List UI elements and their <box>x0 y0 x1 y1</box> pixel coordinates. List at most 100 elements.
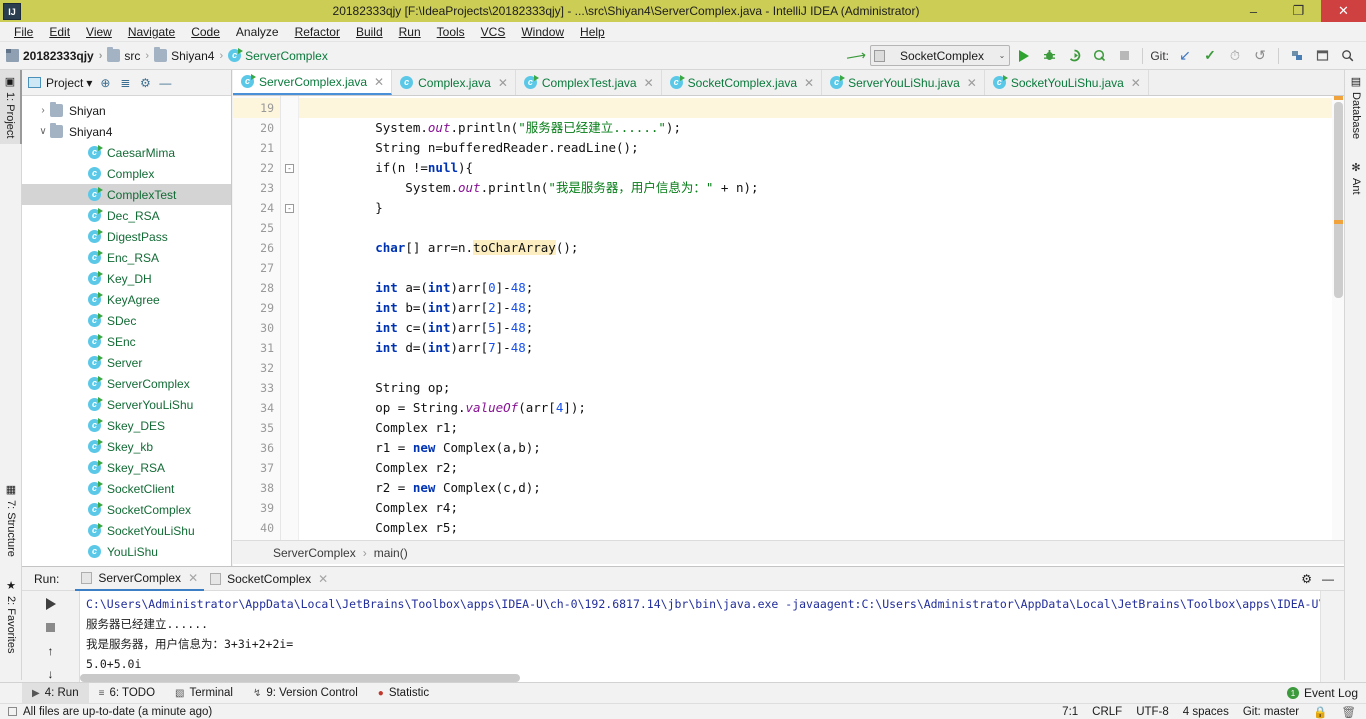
tree-item-skey_des[interactable]: c Skey_DES <box>22 415 231 436</box>
sidebar-item-project[interactable]: ▣ 1: Project <box>0 70 22 144</box>
hide-icon[interactable]: — <box>155 73 175 93</box>
close-icon[interactable]: ✕ <box>188 571 198 585</box>
commit-icon[interactable]: ✓ <box>1199 45 1221 67</box>
search-everywhere-icon[interactable] <box>1336 45 1358 67</box>
code-text[interactable]: System.out.println("服务器已经建立......"); Str… <box>299 96 1344 540</box>
console-output[interactable]: C:\Users\Administrator\AppData\Local\Jet… <box>80 591 1320 683</box>
menu-tools[interactable]: Tools <box>429 23 473 41</box>
breadcrumb-item-src[interactable]: src › <box>107 47 154 63</box>
layout-icon[interactable] <box>1311 45 1333 67</box>
tree-item-shiyan4[interactable]: ∨ Shiyan4 <box>22 121 231 142</box>
minimize-button[interactable]: – <box>1231 0 1276 22</box>
menu-file[interactable]: File <box>6 23 41 41</box>
breadcrumb-method[interactable]: main() <box>374 546 408 560</box>
fold-slot[interactable] <box>281 378 298 398</box>
code-editor[interactable]: 19 20 21 22 23 24 25 26 27 28 29 30 31 32 33 34 35 36 37 38… <box>233 96 1344 540</box>
fold-slot[interactable]: - <box>281 158 298 178</box>
bottom-tab-version-control[interactable]: ↯ 9: Version Control <box>243 683 368 704</box>
fold-collapse-icon[interactable]: - <box>285 203 294 213</box>
run-configuration-selector[interactable]: SocketComplex ⌄ <box>870 45 1011 66</box>
settings-icon[interactable]: ⚙ <box>1301 572 1312 586</box>
close-icon[interactable]: ✕ <box>498 76 508 90</box>
file-encoding[interactable]: UTF-8 <box>1136 706 1169 718</box>
fold-slot[interactable] <box>281 238 298 258</box>
collapse-all-icon[interactable]: ≣ <box>115 73 135 93</box>
bottom-tab-todo[interactable]: ≡ 6: TODO <box>89 683 165 704</box>
editor-scroll-thumb[interactable] <box>1334 102 1343 298</box>
fold-slot[interactable] <box>281 498 298 518</box>
git-branch[interactable]: Git: master <box>1243 706 1299 718</box>
fold-slot[interactable] <box>281 218 298 238</box>
fold-slot[interactable] <box>281 298 298 318</box>
code-line[interactable]: int d=(int)arr[7]-48; <box>299 338 1344 358</box>
close-icon[interactable]: ✕ <box>804 76 814 90</box>
tree-item-sdec[interactable]: c SDec <box>22 310 231 331</box>
tree-item-skey_kb[interactable]: c Skey_kb <box>22 436 231 457</box>
tree-twisty-icon[interactable]: ∨ <box>36 126 50 137</box>
code-line[interactable]: Complex r5; <box>299 518 1344 538</box>
editor-tab-complextest[interactable]: c ComplexTest.java ✕ <box>516 70 662 95</box>
breadcrumb-item-project[interactable]: 20182333qjy › <box>6 49 107 63</box>
sidebar-item-ant[interactable]: ✻ Ant <box>1345 156 1366 202</box>
editor-scrollbar[interactable] <box>1332 96 1344 540</box>
tree-item-servercomplex[interactable]: c ServerComplex <box>22 373 231 394</box>
menu-navigate[interactable]: Navigate <box>120 23 183 41</box>
update-project-icon[interactable]: ↙ <box>1174 45 1196 67</box>
close-icon[interactable]: ✕ <box>967 76 977 90</box>
code-line[interactable]: int b=(int)arr[2]-48; <box>299 298 1344 318</box>
caret-position[interactable]: 7:1 <box>1062 706 1078 718</box>
fold-slot[interactable] <box>281 358 298 378</box>
tree-item-enc_rsa[interactable]: c Enc_RSA <box>22 247 231 268</box>
tree-twisty-icon[interactable]: › <box>36 105 50 116</box>
code-line[interactable]: Complex r1; <box>299 418 1344 438</box>
tree-item-youlishu[interactable]: c YouLiShu <box>22 541 231 562</box>
code-line[interactable]: if(n !=null){ <box>299 158 1344 178</box>
breadcrumb-item-servercomplex[interactable]: c ServerComplex <box>228 48 328 63</box>
fold-slot[interactable] <box>281 418 298 438</box>
line-separator[interactable]: CRLF <box>1092 706 1122 718</box>
close-icon[interactable]: ✕ <box>1131 76 1141 90</box>
bottom-tab-statistic[interactable]: ● Statistic <box>368 683 439 704</box>
fold-slot[interactable] <box>281 398 298 418</box>
code-line[interactable]: Complex r4; <box>299 498 1344 518</box>
code-line[interactable]: Complex r2; <box>299 458 1344 478</box>
code-line[interactable]: op = String.valueOf(arr[4]); <box>299 398 1344 418</box>
code-line[interactable]: System.out.println("我是服务器，用户信息为：" + n); <box>299 178 1344 198</box>
menu-window[interactable]: Window <box>513 23 572 41</box>
editor-tab-socketyoulishu[interactable]: c SocketYouLiShu.java ✕ <box>985 70 1149 95</box>
sidebar-item-favorites[interactable]: ★ 2: Favorites <box>0 574 22 672</box>
close-icon[interactable]: ✕ <box>644 76 654 90</box>
editor-tab-servercomplex[interactable]: c ServerComplex.java ✕ <box>233 70 393 95</box>
up-icon[interactable]: ↑ <box>42 642 60 660</box>
fold-collapse-icon[interactable]: - <box>285 163 294 173</box>
sidebar-item-database[interactable]: ▤ Database <box>1345 70 1366 150</box>
tree-item-socketcomplex[interactable]: c SocketComplex <box>22 499 231 520</box>
tree-item-skey_rsa[interactable]: c Skey_RSA <box>22 457 231 478</box>
code-line[interactable]: int c=(int)arr[5]-48; <box>299 318 1344 338</box>
menu-code[interactable]: Code <box>183 23 228 41</box>
settings-sync-icon[interactable] <box>1286 45 1308 67</box>
hide-icon[interactable]: — <box>1322 572 1334 586</box>
tree-item-socketyoulishu[interactable]: c SocketYouLiShu <box>22 520 231 541</box>
settings-icon[interactable]: ⚙ <box>135 73 155 93</box>
close-icon[interactable]: ✕ <box>318 572 328 586</box>
fold-slot[interactable] <box>281 278 298 298</box>
fold-slot[interactable] <box>281 338 298 358</box>
editor-marker-warning[interactable] <box>1334 220 1343 224</box>
fold-slot[interactable] <box>281 118 298 138</box>
code-line[interactable]: System.out.println("服务器已经建立......"); <box>299 118 1344 138</box>
tree-item-dec_rsa[interactable]: c Dec_RSA <box>22 205 231 226</box>
fold-slot[interactable] <box>281 438 298 458</box>
locate-icon[interactable]: ⊕ <box>95 73 115 93</box>
editor-tab-socketcomplex[interactable]: c SocketComplex.java ✕ <box>662 70 823 95</box>
tree-item-shiyan[interactable]: › Shiyan <box>22 100 231 121</box>
trash-icon[interactable]: 🗑 <box>1341 705 1356 719</box>
code-line[interactable] <box>299 218 1344 238</box>
code-line[interactable]: String op; <box>299 378 1344 398</box>
code-line[interactable]: String n=bufferedReader.readLine(); <box>299 138 1344 158</box>
fold-slot[interactable] <box>281 138 298 158</box>
back-arrow-icon[interactable]: ⟶ <box>844 43 869 68</box>
fold-slot[interactable] <box>281 318 298 338</box>
tree-item-serveryoulishu[interactable]: c ServerYouLiShu <box>22 394 231 415</box>
menu-build[interactable]: Build <box>348 23 391 41</box>
